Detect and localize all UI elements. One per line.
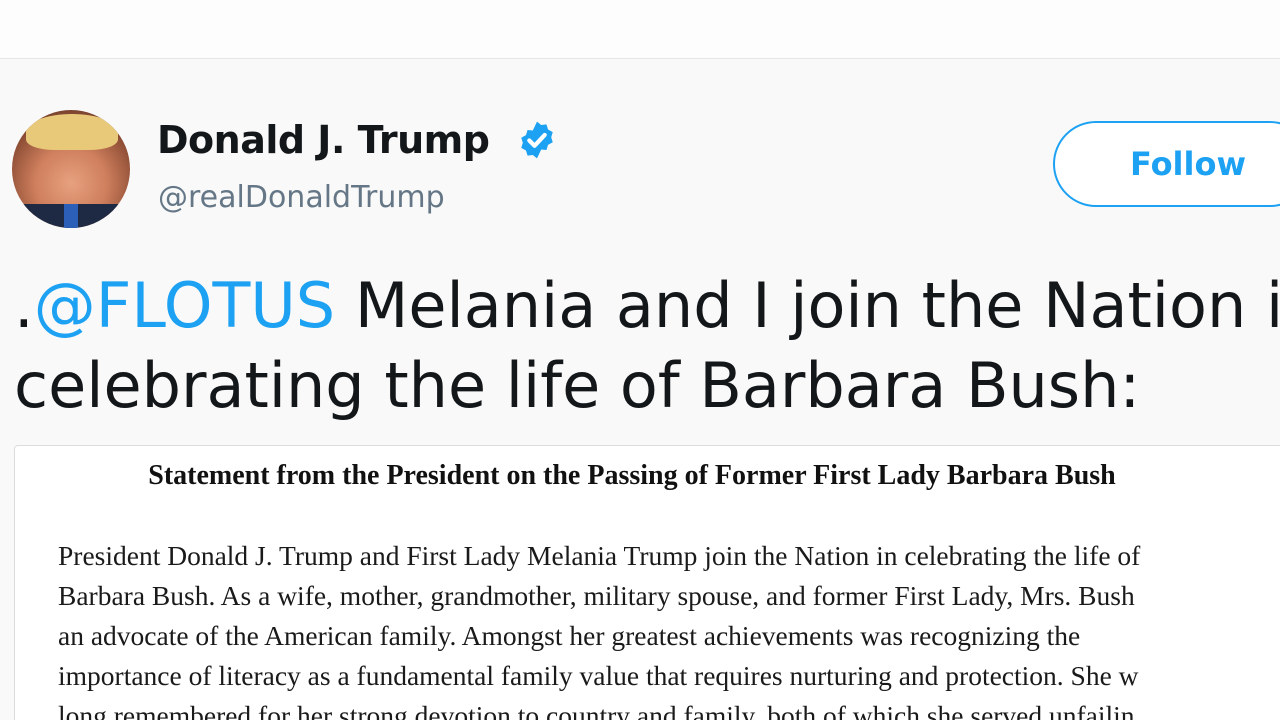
follow-button[interactable]: Follow	[1053, 121, 1280, 207]
attached-statement-image[interactable]: Statement from the President on the Pass…	[14, 445, 1280, 720]
statement-line: importance of literacy as a fundamental …	[58, 660, 1139, 691]
statement-line: President Donald J. Trump and First Lady…	[58, 540, 1141, 571]
verified-badge-icon	[521, 121, 553, 159]
tweet-line-2: celebrating the life of Barbara Bush:	[14, 349, 1141, 422]
statement-body: President Donald J. Trump and First Lady…	[58, 536, 1140, 720]
top-band	[0, 0, 1280, 58]
statement-line: Barbara Bush. As a wife, mother, grandmo…	[58, 580, 1135, 611]
statement-line: an advocate of the American family. Amon…	[58, 620, 1081, 651]
avatar[interactable]	[12, 110, 130, 228]
avatar-tie	[64, 204, 78, 228]
tweet-text-line1-rest: Melania and I join the Nation in	[335, 269, 1280, 342]
tweet-text: .@FLOTUS Melania and I join the Nation i…	[14, 266, 1280, 426]
statement-line: long remembered for her strong devotion …	[58, 700, 1135, 720]
tweet-line-1: .@FLOTUS Melania and I join the Nation i…	[14, 266, 1280, 346]
avatar-hair	[26, 114, 118, 150]
mention-link-flotus[interactable]: @FLOTUS	[34, 269, 335, 342]
tweet-text-prefix: .	[14, 269, 34, 342]
author-display-name[interactable]: Donald J. Trump	[157, 118, 490, 162]
statement-title: Statement from the President on the Pass…	[148, 460, 1116, 491]
author-handle[interactable]: @realDonaldTrump	[158, 180, 445, 215]
